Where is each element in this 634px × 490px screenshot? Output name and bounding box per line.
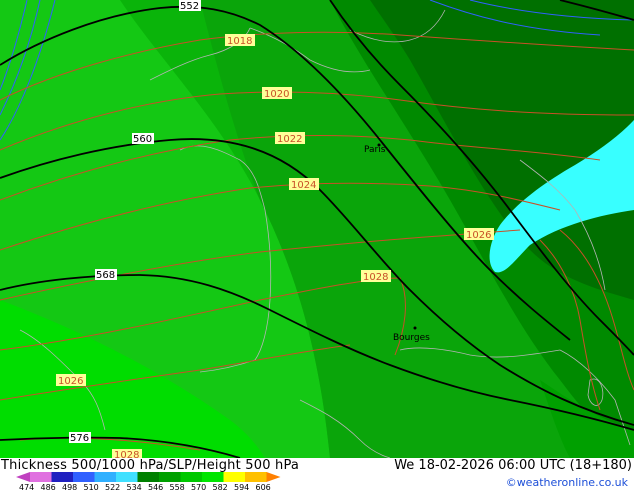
scale-tick-label: 498: [62, 483, 78, 490]
credit-link[interactable]: ©weatheronline.co.uk: [506, 476, 628, 489]
height-label-552: 552: [180, 1, 199, 12]
thickness-map: Paris Bourges 552 560 568 576 1018 1020 …: [0, 0, 634, 458]
height-label-560: 560: [133, 134, 152, 145]
scale-arrow-right: [266, 472, 281, 482]
map-title: Thickness 500/1000 hPa/SLP/Height 500 hP…: [1, 458, 300, 473]
pressure-label-1026-east: 1026: [466, 230, 491, 241]
scale-segment: [245, 472, 267, 482]
scale-segment: [159, 472, 181, 482]
place-paris: Paris: [364, 145, 386, 155]
scale-segment: [223, 472, 246, 482]
scale-tick-label: 606: [255, 483, 271, 490]
scale-tick-label: 558: [169, 483, 185, 490]
pressure-label-1022: 1022: [277, 134, 302, 145]
scale-tick-label: 510: [83, 483, 99, 490]
scale-segment: [137, 472, 160, 482]
scale-tick-label: 546: [148, 483, 164, 490]
scale-segment: [30, 472, 52, 482]
scale-segment: [116, 472, 138, 482]
pressure-label-1018: 1018: [227, 36, 252, 47]
pressure-label-1026-west: 1026: [58, 376, 83, 387]
pressure-label-1028-center: 1028: [363, 272, 388, 283]
scale-tick-label: 594: [234, 483, 250, 490]
scale-tick-label: 522: [105, 483, 121, 490]
pressure-label-1028-south: 1028: [114, 450, 139, 458]
scale-segment: [73, 472, 95, 482]
scale-segment: [180, 472, 203, 482]
scale-tick-label: 582: [212, 483, 228, 490]
scale-tick-label: 474: [19, 483, 35, 490]
scale-segment: [94, 472, 117, 482]
pressure-label-1020: 1020: [264, 89, 289, 100]
scale-tick-label: 486: [40, 483, 56, 490]
pressure-label-1024: 1024: [291, 180, 316, 191]
scale-segment: [51, 472, 74, 482]
scale-arrow-left: [16, 472, 30, 482]
scale-tick-label: 570: [191, 483, 207, 490]
map-footer: Thickness 500/1000 hPa/SLP/Height 500 hP…: [0, 458, 634, 490]
height-label-576: 576: [70, 433, 89, 444]
scale-segment: [202, 472, 224, 482]
scale-tick-label: 534: [126, 483, 142, 490]
height-label-568: 568: [96, 270, 115, 281]
place-bourges: Bourges: [393, 333, 430, 343]
weather-map-page: Paris Bourges 552 560 568 576 1018 1020 …: [0, 0, 634, 490]
map-timestamp: We 18-02-2026 06:00 UTC (18+180): [394, 458, 632, 473]
